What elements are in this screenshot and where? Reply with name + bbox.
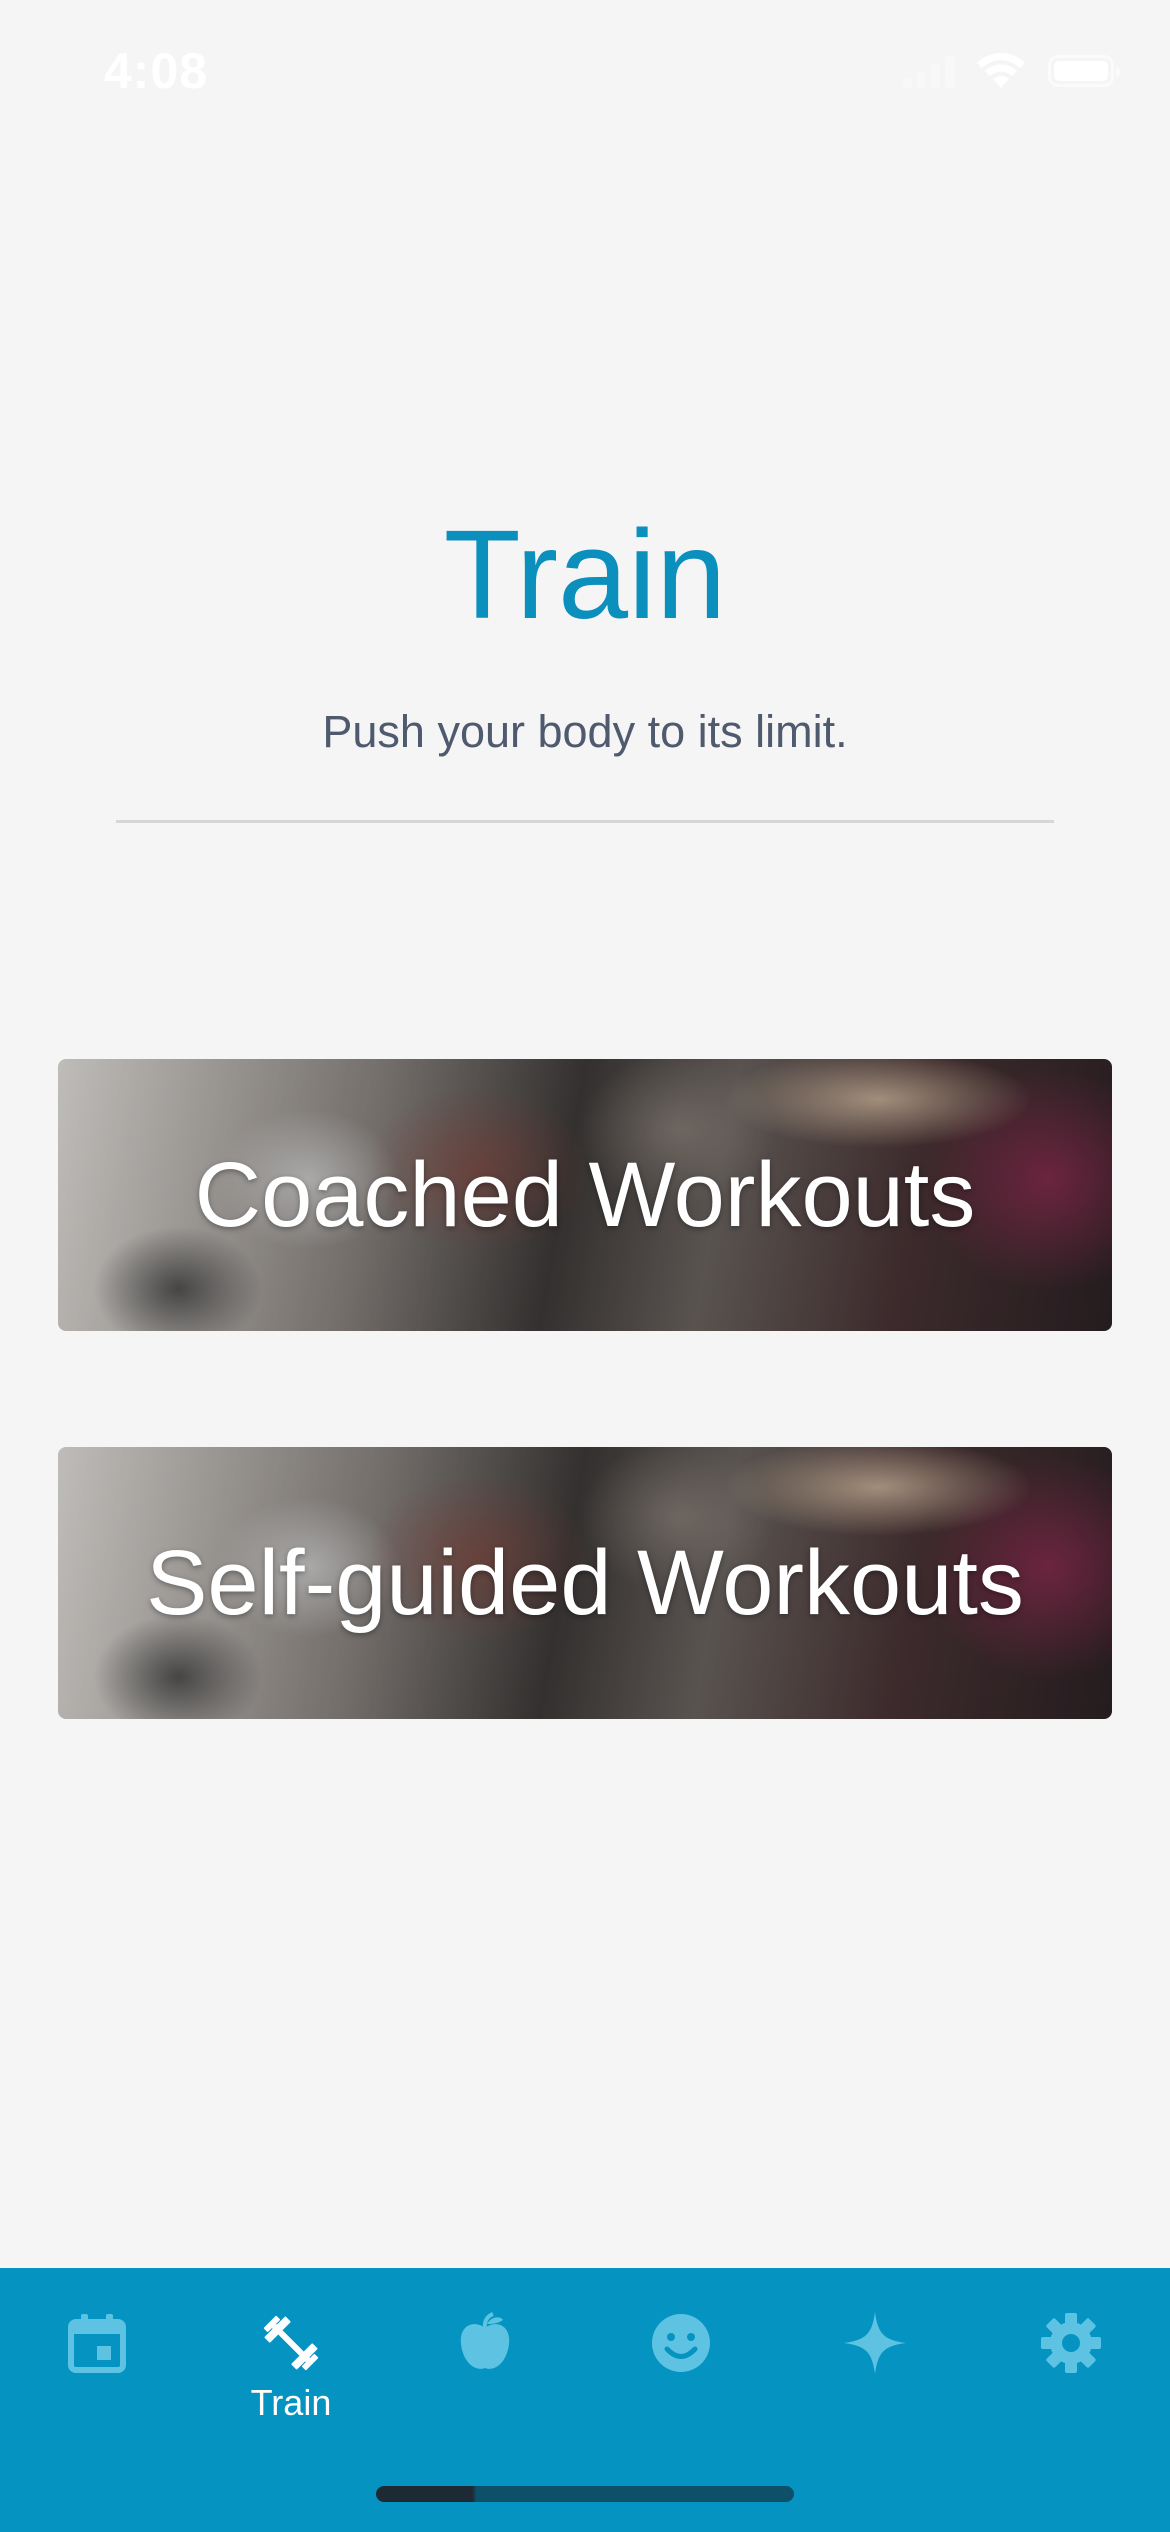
coached-workouts-card[interactable]: Coached Workouts bbox=[58, 1059, 1112, 1331]
page-title: Train bbox=[443, 504, 727, 645]
wifi-icon bbox=[977, 53, 1025, 88]
tab-label-train: Train bbox=[250, 2382, 332, 2423]
tab-train[interactable]: Train bbox=[196, 2298, 386, 2438]
smiley-icon bbox=[648, 2310, 714, 2376]
gear-icon bbox=[1038, 2310, 1104, 2376]
tab-calendar[interactable] bbox=[2, 2298, 192, 2438]
page-subtitle: Push your body to its limit. bbox=[322, 706, 848, 757]
card-label: Self-guided Workouts bbox=[146, 1531, 1024, 1634]
tab-mood[interactable] bbox=[586, 2298, 776, 2438]
home-indicator bbox=[376, 2486, 794, 2502]
apple-icon bbox=[452, 2310, 518, 2376]
status-time: 4:08 bbox=[104, 43, 209, 99]
card-label: Coached Workouts bbox=[194, 1143, 976, 1246]
dumbbell-icon bbox=[258, 2310, 324, 2376]
tab-settings[interactable] bbox=[976, 2298, 1166, 2438]
calendar-icon bbox=[64, 2310, 130, 2376]
divider bbox=[116, 820, 1054, 823]
tab-sparkle[interactable] bbox=[780, 2298, 970, 2438]
signal-icon bbox=[903, 54, 954, 88]
status-bar: 4:08 bbox=[0, 0, 1170, 150]
status-icons bbox=[903, 52, 1120, 90]
tab-bar: Train bbox=[0, 2268, 1170, 2532]
self-guided-workouts-card[interactable]: Self-guided Workouts bbox=[58, 1447, 1112, 1719]
tab-nutrition[interactable] bbox=[390, 2298, 580, 2438]
sparkle-icon bbox=[842, 2310, 908, 2376]
battery-icon bbox=[1048, 55, 1120, 87]
